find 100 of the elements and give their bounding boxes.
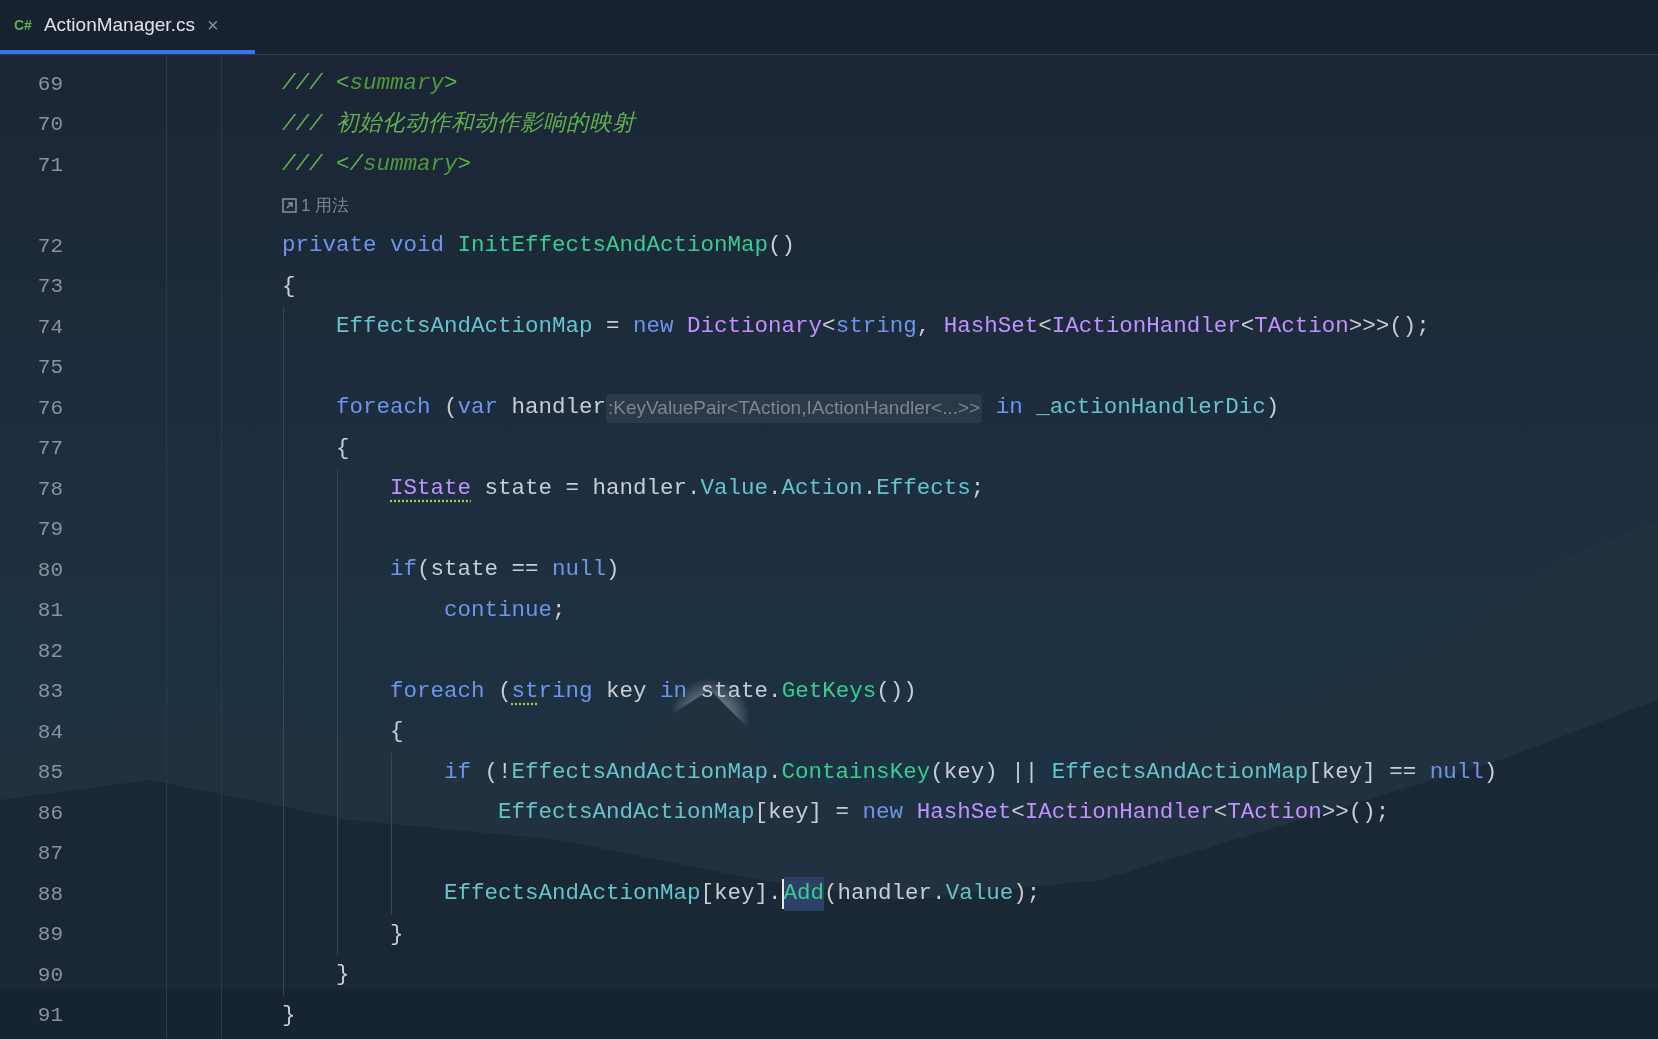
line-number: 88 bbox=[36, 881, 63, 908]
code-token: string bbox=[835, 312, 917, 342]
code-token: ( bbox=[443, 393, 458, 423]
code-token: } bbox=[282, 1000, 296, 1030]
code-token: IActionHandler bbox=[1024, 798, 1214, 828]
code-token: } bbox=[336, 960, 350, 990]
code-token: ); bbox=[1013, 879, 1041, 909]
code-token: Effects bbox=[876, 474, 971, 504]
line-number: 86 bbox=[36, 800, 63, 827]
code-token: foreach bbox=[336, 393, 431, 423]
code-token: HashSet bbox=[943, 312, 1039, 342]
code-token: ) bbox=[1483, 757, 1498, 787]
line-number: 73 bbox=[36, 274, 63, 300]
line-number: 74 bbox=[36, 314, 63, 341]
line-number: 85 bbox=[36, 760, 63, 786]
line-number: 84 bbox=[36, 719, 63, 746]
code-token: ) bbox=[1265, 393, 1280, 423]
code-token: ( bbox=[497, 676, 512, 706]
code-token: TAction bbox=[1254, 312, 1349, 342]
line-number: 79 bbox=[36, 517, 63, 543]
code-token: var bbox=[457, 393, 499, 423]
line-number: 77 bbox=[36, 436, 63, 462]
code-token: ()) bbox=[876, 676, 917, 706]
file-tab[interactable]: C# ActionManager.cs × bbox=[0, 0, 255, 54]
code-token: in bbox=[994, 393, 1024, 423]
line-number: 83 bbox=[36, 679, 63, 705]
code-token: . bbox=[862, 474, 877, 504]
code-token: EffectsAndActionMap bbox=[1051, 757, 1309, 787]
line-number: 87 bbox=[36, 841, 63, 867]
usages-link[interactable]: 1 用法 bbox=[282, 193, 350, 219]
code-token: >>(); bbox=[1321, 798, 1390, 828]
code-token: st bbox=[511, 676, 539, 706]
code-token: new bbox=[862, 798, 905, 828]
code-token: . bbox=[768, 474, 782, 504]
csharp-file-icon: C# bbox=[14, 14, 32, 36]
code-token: key bbox=[605, 676, 648, 706]
line-number: 80 bbox=[36, 557, 63, 584]
code-token: state = handler. bbox=[483, 474, 701, 504]
line-number: 70 bbox=[36, 112, 63, 138]
code-token: [key]. bbox=[700, 879, 782, 909]
code-token: state. bbox=[699, 676, 782, 706]
line-number: 72 bbox=[36, 233, 63, 260]
code-token: < bbox=[822, 312, 836, 342]
code-token: >>>(); bbox=[1348, 312, 1430, 342]
code-token: < bbox=[1240, 312, 1255, 342]
line-number: 81 bbox=[36, 598, 63, 624]
code-token: < bbox=[1011, 798, 1025, 828]
code-token: foreach bbox=[390, 676, 485, 706]
code-token: Value bbox=[945, 879, 1014, 909]
line-number: 69 bbox=[36, 71, 63, 98]
code-token: in bbox=[660, 676, 688, 706]
code-token: ; bbox=[552, 595, 566, 625]
code-token: if bbox=[444, 757, 472, 787]
code-token: ring bbox=[538, 676, 593, 706]
code-token: (key) || bbox=[930, 757, 1040, 787]
code-token: Action bbox=[781, 474, 863, 504]
tab-label: ActionManager.cs bbox=[43, 12, 195, 37]
line-number: 91 bbox=[36, 1003, 63, 1029]
code-token: IState bbox=[390, 474, 472, 504]
line-number: 76 bbox=[36, 395, 63, 422]
code-token: Value bbox=[700, 474, 769, 504]
code-token: > bbox=[457, 150, 472, 180]
code-token: null bbox=[1429, 757, 1484, 787]
code-token: new bbox=[633, 312, 675, 342]
code-token: () bbox=[768, 231, 796, 261]
code-token: _actionHandlerDic bbox=[1036, 393, 1266, 423]
code-token: (! bbox=[483, 757, 512, 787]
code-token: if bbox=[390, 555, 418, 585]
line-number: 89 bbox=[36, 922, 63, 948]
code-token: , bbox=[916, 312, 932, 342]
code-token: > bbox=[444, 69, 458, 99]
text-caret bbox=[781, 879, 784, 910]
code-token: (state == bbox=[417, 555, 540, 585]
code-token: Dictionary bbox=[687, 312, 823, 342]
code-token: EffectsAndActionMap bbox=[498, 798, 755, 828]
close-icon[interactable]: × bbox=[206, 10, 219, 40]
code-token: handler bbox=[510, 393, 607, 423]
code-token: < bbox=[1038, 312, 1052, 342]
code-token: . bbox=[768, 757, 782, 787]
code-token: } bbox=[390, 919, 404, 949]
code-token: private void bbox=[282, 231, 446, 261]
code-token: [key] = bbox=[754, 798, 851, 828]
line-number: 75 bbox=[36, 355, 63, 381]
line-number: 71 bbox=[36, 152, 63, 179]
code-token: EffectsAndActionMap bbox=[336, 312, 593, 342]
code-token: /// </ bbox=[282, 150, 363, 180]
code-token: null bbox=[552, 555, 607, 585]
code-token: { bbox=[336, 433, 350, 463]
code-token: continue bbox=[444, 595, 553, 625]
code-token: { bbox=[390, 717, 404, 747]
code-token: < bbox=[1213, 798, 1228, 828]
code-token: EffectsAndActionMap bbox=[444, 879, 701, 909]
code-token: HashSet bbox=[916, 798, 1012, 828]
code-token: GetKeys bbox=[781, 676, 877, 706]
code-token: summary bbox=[363, 150, 458, 180]
code-token: summary bbox=[349, 69, 445, 99]
line-number: 82 bbox=[36, 638, 63, 665]
line-number: 78 bbox=[36, 476, 63, 503]
code-token: [key] == bbox=[1308, 757, 1418, 787]
code-token: = bbox=[605, 312, 621, 342]
